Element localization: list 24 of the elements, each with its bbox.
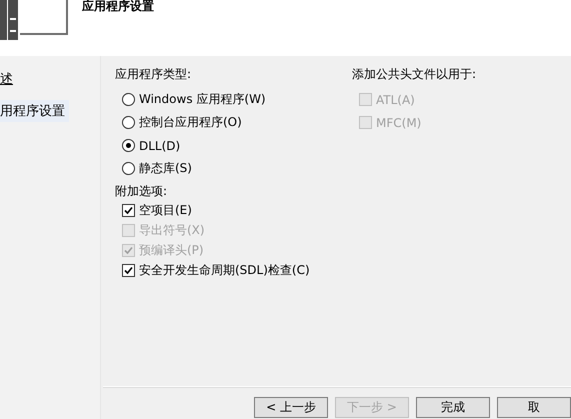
radio-label: DLL(D) [139, 138, 180, 152]
checkbox-label: 安全开发生命周期(SDL)检查(C) [139, 262, 310, 278]
radio-button[interactable] [122, 116, 135, 129]
sidebar-item[interactable]: 用程序设置 [0, 100, 69, 122]
checkbox-label: 空项目(E) [139, 202, 192, 218]
radio-label: Windows 应用程序(W) [139, 91, 266, 108]
radio-button[interactable] [122, 93, 135, 106]
checkbox-label: MFC(M) [376, 116, 422, 130]
radio-label: 静态库(S) [139, 160, 192, 177]
sidebar-item[interactable]: 述 [0, 68, 17, 90]
checkbox[interactable] [122, 204, 135, 216]
section-label: 应用程序类型: [115, 66, 192, 83]
checkbox-label: 预编译头(P) [139, 242, 204, 258]
wizard-button[interactable]: < 上一步 [254, 396, 328, 418]
checkbox-label: ATL(A) [376, 92, 415, 106]
checkbox-label: 导出符号(X) [139, 222, 205, 238]
wizard-button[interactable]: 取 [497, 396, 571, 418]
section-label: 附加选项: [115, 183, 168, 200]
radio-button[interactable] [122, 162, 135, 175]
radio-label: 控制台应用程序(O) [139, 114, 242, 131]
radio-button[interactable] [122, 139, 135, 152]
checkbox[interactable] [122, 264, 135, 276]
wizard-button[interactable]: 完成 [416, 396, 490, 418]
section-label: 添加公共头文件以用于: [352, 66, 478, 83]
